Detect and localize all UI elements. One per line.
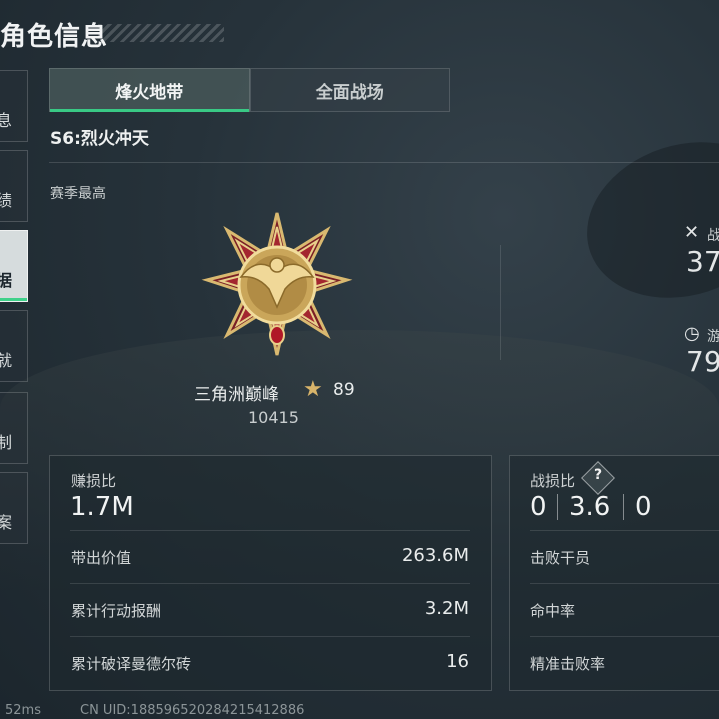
stat-row-label: 带出价值: [71, 549, 132, 567]
help-icon-glyph: ?: [593, 467, 603, 484]
star-icon: ★: [303, 377, 323, 402]
season-best-label: 赛季最高: [50, 186, 106, 202]
stat-row-label: 击败干员: [530, 549, 591, 567]
sidebar-item-label: 据: [0, 271, 13, 290]
stat-row-label: 累计破译曼德尔砖: [71, 655, 192, 673]
sidebar-item-achievement[interactable]: 就: [0, 310, 28, 382]
rank-score: 10415: [248, 408, 299, 427]
sidebar-item-data[interactable]: 据: [0, 230, 28, 302]
stopwatch-icon: ◷: [684, 323, 700, 344]
kd-value-1: 0: [530, 492, 547, 522]
sidebar-item-label: 绩: [0, 191, 13, 210]
sidebar-item-label: 息: [0, 111, 13, 130]
profit-ratio-label: 赚损比: [71, 472, 117, 490]
page-title: 角色信息: [0, 22, 109, 52]
stat-row-value: 263.6M: [401, 545, 469, 566]
stat-row-label: 命中率: [530, 602, 576, 620]
kd-ratio-label: 战损比: [530, 472, 576, 490]
divider: [70, 636, 470, 637]
stat-row-value: 3.2M: [424, 598, 469, 619]
profit-ratio-value: 1.7M: [70, 492, 134, 522]
divider: [70, 583, 470, 584]
sidebar-item-info[interactable]: 息: [0, 70, 28, 142]
divider: [70, 530, 470, 531]
sidebar-item-control[interactable]: 制: [0, 392, 28, 464]
divider: [557, 494, 558, 520]
stat-row-label: 精准击败率: [530, 655, 606, 673]
ping-readout: 52ms: [5, 703, 41, 718]
title-decoration: [98, 24, 224, 42]
sidebar-item-label: 就: [0, 351, 13, 370]
sidebar-item-label: 案: [0, 513, 13, 532]
right-stat-label: 战: [707, 228, 719, 244]
user-uid: CN UID:1885965202842154128​86: [80, 703, 305, 718]
divider: [530, 530, 719, 531]
right-stat-value: 37: [686, 245, 719, 278]
tab-hazard-zone[interactable]: 烽火地带: [49, 68, 250, 112]
sidebar-item-archive[interactable]: 案: [0, 472, 28, 544]
background-radar-dish: [566, 117, 719, 323]
tab-full-battlefield[interactable]: 全面战场: [249, 68, 450, 112]
crossed-swords-icon: ✕: [684, 222, 700, 243]
sidebar-item-label: 制: [0, 433, 13, 452]
divider: [530, 583, 719, 584]
rank-name: 三角洲巅峰: [194, 385, 279, 405]
season-name: S6:烈火冲天: [50, 129, 149, 149]
rank-emblem-icon: [201, 212, 353, 356]
stat-row-value: 16: [446, 651, 469, 672]
right-stat-value: 79: [686, 345, 719, 378]
right-stat-label: 游: [707, 329, 719, 345]
divider: [623, 494, 624, 520]
kd-value-2: 3.6: [569, 492, 611, 522]
divider: [530, 636, 719, 637]
rank-level: 89: [333, 380, 355, 400]
kd-value-3: 0: [635, 492, 652, 522]
stat-row-label: 累计行动报酬: [71, 602, 162, 620]
sidebar-item-record[interactable]: 绩: [0, 150, 28, 222]
mode-tabs: 烽火地带 全面战场: [49, 68, 450, 112]
divider: [49, 162, 719, 163]
divider: [500, 245, 501, 360]
